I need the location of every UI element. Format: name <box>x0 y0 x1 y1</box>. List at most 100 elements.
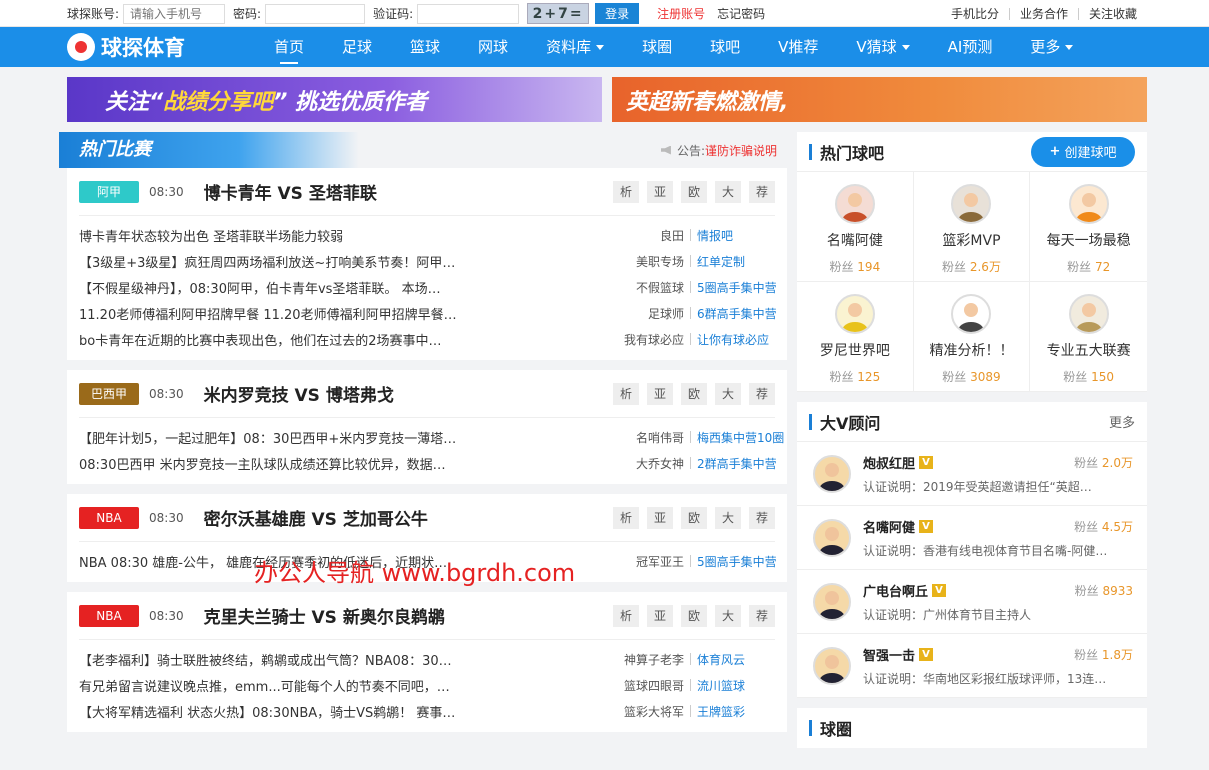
tip-row[interactable]: 【肥年计划5，一起过肥年】08：30巴西甲+米内罗竞技一薄塔… 名哨伟哥 梅西集中营… <box>79 424 784 450</box>
bar-item[interactable]: 精准分析！！ 粉丝 3089 <box>913 282 1031 392</box>
bar-avatar[interactable] <box>1068 184 1109 224</box>
nav-item-0[interactable]: 首页 <box>255 27 323 67</box>
bigv-item[interactable]: 广电台啊丘 V 粉丝 8933 认证说明：广州体育节目主持人 <box>797 570 1147 634</box>
captcha-input[interactable] <box>417 3 520 24</box>
match-teams[interactable]: 克里夫兰骑士 VS 新奥尔良鹈鹕 <box>204 603 445 628</box>
bar-avatar[interactable] <box>834 184 875 224</box>
match-action-button[interactable]: 析 <box>613 180 639 203</box>
tip-group[interactable]: 王牌篮彩 <box>697 703 775 720</box>
tip-group[interactable]: 流川篮球 <box>697 677 775 694</box>
nav-item-1[interactable]: 足球 <box>323 27 391 67</box>
tip-text[interactable]: 【大将军精选福利 状态火热】08:30NBA，骑士VS鹈鹕！ 赛事… <box>79 702 619 721</box>
login-button[interactable]: 登录 <box>595 3 640 24</box>
bar-item[interactable]: 篮彩MVP 粉丝 2.6万 <box>913 172 1031 282</box>
tip-author[interactable]: 篮球四眼哥 <box>624 677 684 694</box>
bar-name[interactable]: 篮彩MVP <box>942 230 1000 250</box>
bar-avatar[interactable] <box>951 294 992 334</box>
bigv-name[interactable]: 广电台啊丘 <box>863 581 928 600</box>
bar-item[interactable]: 专业五大联赛 粉丝 150 <box>1030 282 1147 392</box>
tip-text[interactable]: 【肥年计划5，一起过肥年】08：30巴西甲+米内罗竞技一薄塔… <box>79 428 619 447</box>
tip-group[interactable]: 体育风云 <box>697 651 775 668</box>
bigv-name[interactable]: 智强一击 <box>863 645 915 664</box>
forgot-password-link[interactable]: 忘记密码 <box>717 5 765 22</box>
bigv-avatar[interactable] <box>813 518 851 557</box>
tip-text[interactable]: 【3级星+3级星】疯狂周四两场福利放送~打响美系节奏！阿甲… <box>79 252 619 271</box>
site-logo[interactable]: 球探体育 <box>67 32 255 62</box>
tip-group[interactable]: 5圈高手集中营 <box>697 553 777 570</box>
match-action-button[interactable]: 欧 <box>681 382 707 405</box>
match-action-button[interactable]: 大 <box>715 382 741 405</box>
match-action-button[interactable]: 析 <box>613 506 639 529</box>
banner-premier-league[interactable]: 英超新春燃激情, <box>612 77 1147 122</box>
nav-item-8[interactable]: V猜球 <box>837 27 928 67</box>
match-action-button[interactable]: 荐 <box>749 180 775 203</box>
bigv-avatar[interactable] <box>813 646 851 685</box>
captcha-image[interactable]: 2+7= <box>527 3 590 24</box>
bar-item[interactable]: 名嘴阿健 粉丝 194 <box>797 172 914 282</box>
tip-author[interactable]: 良田 <box>660 227 684 244</box>
tip-row[interactable]: 【大将军精选福利 状态火热】08:30NBA，骑士VS鹈鹕！ 赛事… 篮彩大将军王… <box>79 698 775 724</box>
banner-share[interactable]: 关注“ 战绩分享吧” 挑选优质作者 <box>67 77 602 122</box>
tip-text[interactable]: 【老李福利】骑士联胜被终结，鹈鹕或成出气筒？NBA08：30… <box>79 650 619 669</box>
tip-text[interactable]: 【不假星级神丹】，08:30阿甲，伯卡青年vs圣塔菲联。 本场… <box>79 278 619 297</box>
tip-row[interactable]: 【3级星+3级星】疯狂周四两场福利放送~打响美系节奏！阿甲… 美职专场 红单定制 <box>79 248 775 274</box>
tip-group[interactable]: 梅西集中营10圈 <box>697 429 784 446</box>
match-action-button[interactable]: 析 <box>613 382 639 405</box>
bar-item[interactable]: 每天一场最稳 粉丝 72 <box>1030 172 1147 282</box>
match-action-button[interactable]: 亚 <box>647 382 673 405</box>
tip-group[interactable]: 2群高手集中营 <box>697 455 777 472</box>
tip-row[interactable]: 博卡青年状态较为出色 圣塔菲联半场能力较弱 良田 情报吧 <box>79 222 775 248</box>
tip-row[interactable]: 11.20老师傅福利阿甲招牌早餐 11.20老师傅福利阿甲招牌早餐… 足球师 6群高… <box>79 300 777 326</box>
bigv-item[interactable]: 智强一击 V 粉丝 1.8万 认证说明：华南地区彩报红版球评师，13连… <box>797 634 1147 698</box>
bigv-item[interactable]: 名嘴阿健 V 粉丝 4.5万 认证说明：香港有线电视体育节目名嘴-阿健… <box>797 506 1147 570</box>
create-bar-button[interactable]: + 创建球吧 <box>1031 136 1135 167</box>
tip-row[interactable]: bo卡青年在近期的比赛中表现出色，他们在过去的2场赛事中… 我有球必应 让你有球必应 <box>79 326 775 352</box>
match-teams[interactable]: 米内罗竞技 VS 博塔弗戈 <box>204 381 394 406</box>
business-link[interactable]: 业务合作 <box>1008 7 1078 20</box>
mobile-score-link[interactable]: 手机比分 <box>941 8 1009 20</box>
match-action-button[interactable]: 欧 <box>681 506 707 529</box>
tip-author[interactable]: 篮彩大将军 <box>624 703 684 720</box>
match-action-button[interactable]: 大 <box>715 604 741 627</box>
match-action-button[interactable]: 亚 <box>647 180 673 203</box>
notice-link[interactable]: 谨防诈骗说明 <box>705 142 777 159</box>
match-action-button[interactable]: 荐 <box>749 604 775 627</box>
match-action-button[interactable]: 欧 <box>681 604 707 627</box>
nav-item-2[interactable]: 篮球 <box>391 27 459 67</box>
bigv-avatar[interactable] <box>813 454 851 493</box>
notice[interactable]: 公告: 谨防诈骗说明 <box>660 142 777 159</box>
nav-item-6[interactable]: 球吧 <box>691 27 759 67</box>
tip-author[interactable]: 足球师 <box>648 305 684 322</box>
match-action-button[interactable]: 欧 <box>681 180 707 203</box>
tip-text[interactable]: 08:30巴西甲 米内罗竞技一主队球队成绩还算比较优异，数据… <box>79 454 619 473</box>
bar-item[interactable]: 罗尼世界吧 粉丝 125 <box>797 282 914 392</box>
favorite-link[interactable]: 关注收藏 <box>1077 7 1147 20</box>
tip-author[interactable]: 神算子老李 <box>624 651 684 668</box>
match-action-button[interactable]: 大 <box>715 506 741 529</box>
tip-group[interactable]: 5圈高手集中营 <box>697 279 777 296</box>
tip-group[interactable]: 红单定制 <box>697 253 775 270</box>
register-link[interactable]: 注册账号 <box>657 5 705 22</box>
tip-row[interactable]: 08:30巴西甲 米内罗竞技一主队球队成绩还算比较优异，数据… 大乔女神 2群高手集… <box>79 450 777 476</box>
bar-name[interactable]: 专业五大联赛 <box>1047 340 1131 360</box>
bigv-avatar[interactable] <box>813 582 851 621</box>
bar-name[interactable]: 精准分析！！ <box>929 340 1013 360</box>
tip-group[interactable]: 情报吧 <box>697 227 775 244</box>
tip-row[interactable]: 【老李福利】骑士联胜被终结，鹈鹕或成出气筒？NBA08：30… 神算子老李 体育风云 <box>79 646 775 672</box>
tip-text[interactable]: 11.20老师傅福利阿甲招牌早餐 11.20老师傅福利阿甲招牌早餐… <box>79 304 619 323</box>
nav-item-9[interactable]: AI预测 <box>929 27 1012 67</box>
bar-name[interactable]: 罗尼世界吧 <box>820 340 890 360</box>
bar-name[interactable]: 名嘴阿健 <box>827 230 883 250</box>
match-action-button[interactable]: 大 <box>715 180 741 203</box>
tip-author[interactable]: 冠军亚王 <box>636 553 684 570</box>
tip-author[interactable]: 美职专场 <box>636 253 684 270</box>
bar-name[interactable]: 每天一场最稳 <box>1047 230 1131 250</box>
match-action-button[interactable]: 亚 <box>647 506 673 529</box>
match-teams[interactable]: 密尔沃基雄鹿 VS 芝加哥公牛 <box>204 505 428 530</box>
nav-item-3[interactable]: 网球 <box>459 27 527 67</box>
tip-text[interactable]: bo卡青年在近期的比赛中表现出色，他们在过去的2场赛事中… <box>79 330 619 349</box>
nav-item-10[interactable]: 更多 <box>1011 27 1092 67</box>
match-action-button[interactable]: 析 <box>613 604 639 627</box>
nav-item-5[interactable]: 球圈 <box>623 27 691 67</box>
tip-author[interactable]: 大乔女神 <box>636 455 684 472</box>
